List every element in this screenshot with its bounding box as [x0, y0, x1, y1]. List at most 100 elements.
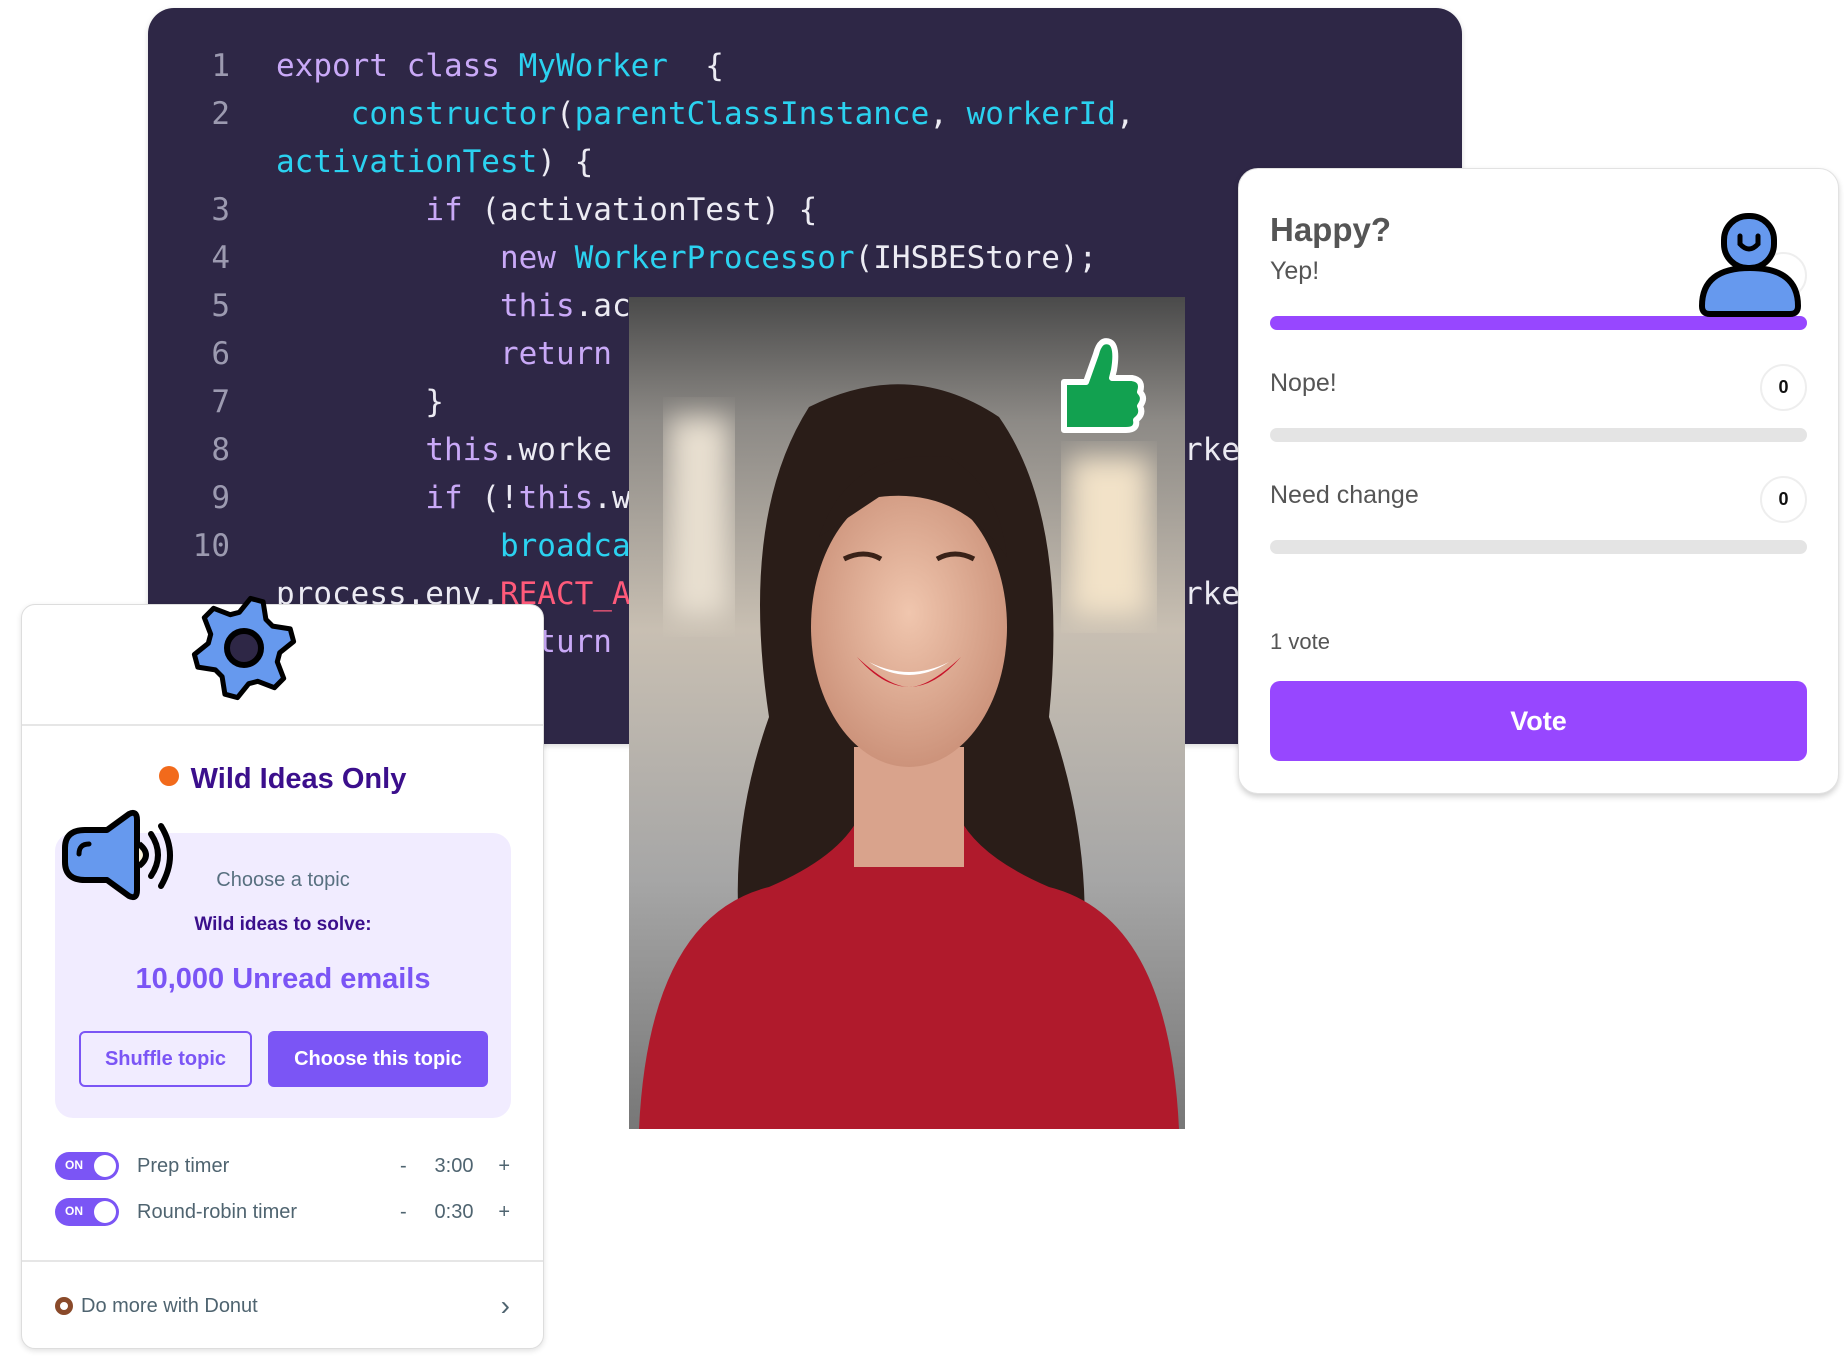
poll-progress-bar — [1270, 316, 1807, 330]
code-token: WorkerProcessor — [574, 240, 855, 276]
poll-question: Happy? — [1270, 211, 1392, 248]
timer-value: 3:00 — [434, 1154, 474, 1177]
code-token: this — [425, 432, 500, 468]
poll-progress-fill — [1270, 316, 1807, 330]
clock-icon — [94, 1201, 116, 1223]
line-number: 3 — [211, 192, 230, 228]
line-number: 4 — [211, 240, 230, 276]
code-token: , — [929, 96, 967, 132]
clock-icon — [94, 1155, 116, 1177]
code-line: export class MyWorker { — [276, 48, 724, 84]
timer-label: Round-robin timer — [137, 1200, 298, 1223]
decrement-button[interactable]: - — [400, 1201, 422, 1224]
timer-toggle[interactable]: ON — [55, 1152, 119, 1180]
line-number: 7 — [211, 384, 230, 420]
code-line: activationTest) { — [276, 144, 593, 180]
timer-label: Prep timer — [137, 1154, 230, 1177]
vote-count-badge: 0 — [1760, 476, 1807, 523]
comet-icon — [158, 766, 179, 786]
megaphone-icon — [62, 809, 173, 901]
code-token: return — [499, 336, 612, 372]
code-token: parentClassInstance — [574, 96, 930, 132]
code-token: } — [276, 384, 444, 420]
code-token: this — [518, 480, 594, 516]
code-line: this.worke — [276, 432, 612, 468]
code-token: export class — [276, 48, 519, 84]
code-fragment: rke — [1184, 576, 1240, 612]
increment-button[interactable]: + — [486, 1201, 510, 1224]
code-token: ) { — [537, 144, 594, 180]
chevron-right-icon[interactable]: › — [501, 1290, 510, 1322]
code-token: .ac — [574, 288, 631, 324]
divider — [22, 1260, 543, 1262]
line-number: 6 — [211, 336, 230, 372]
topic-text: 10,000 Unread emails — [135, 963, 431, 995]
shuffle-topic-button[interactable]: Shuffle topic — [79, 1031, 252, 1087]
code-line: } — [276, 384, 444, 420]
code-line: new WorkerProcessor(IHSBEStore); — [276, 240, 1097, 276]
code-line: this.ac — [276, 288, 631, 324]
line-number: 5 — [211, 288, 230, 324]
code-line: constructor(parentClassInstance, workerI… — [276, 96, 1135, 132]
gear-icon — [191, 595, 297, 701]
topic-card: Wild Ideas Only Choose a topic Wild idea… — [21, 604, 544, 1349]
choose-topic-button[interactable]: Choose this topic — [268, 1031, 488, 1087]
poll-option[interactable]: Need change — [1270, 481, 1419, 510]
code-line: broadca — [276, 528, 631, 564]
vote-button[interactable]: Vote — [1270, 681, 1807, 761]
code-token: (IHSBEStore); — [854, 240, 1098, 276]
code-token: constructor — [350, 96, 556, 132]
subtitle: Wild ideas to solve: — [194, 914, 372, 935]
code-token: (! — [462, 480, 519, 516]
poll-option[interactable]: Nope! — [1270, 369, 1337, 398]
code-token: if — [425, 192, 463, 228]
code-token: , — [1115, 96, 1135, 132]
timer-toggle[interactable]: ON — [55, 1198, 119, 1226]
code-token: if — [425, 480, 463, 516]
code-token: .w — [593, 480, 631, 516]
vote-total: 1 vote — [1270, 629, 1330, 654]
code-line: return — [276, 336, 612, 372]
code-token: .worke — [499, 432, 612, 468]
decrement-button[interactable]: - — [400, 1155, 422, 1178]
line-number: 1 — [211, 48, 230, 84]
code-token: (activationTest) { — [462, 192, 818, 228]
code-fragment: rke — [1184, 432, 1240, 468]
poll-progress-bar — [1270, 540, 1807, 554]
code-token: this — [499, 288, 575, 324]
timer-row: ON Prep timer - 3:00 + — [55, 1151, 510, 1181]
line-number: 8 — [211, 432, 230, 468]
code-line: if (!this.w — [276, 480, 631, 516]
code-token: ( — [555, 96, 575, 132]
code-token: broadca — [499, 528, 631, 564]
code-token: workerId — [966, 96, 1116, 132]
poll-option[interactable]: Yep! — [1270, 257, 1319, 286]
line-number: 10 — [192, 528, 230, 564]
user-avatar-icon — [1698, 213, 1802, 317]
code-token: { — [667, 48, 724, 84]
code-token: activationTest — [276, 144, 538, 180]
poll-progress-bar — [1270, 428, 1807, 442]
thumbs-up-icon — [1061, 338, 1146, 433]
line-number: 9 — [211, 480, 230, 516]
timer-row: ON Round-robin timer - 0:30 + — [55, 1197, 510, 1227]
card-title: Wild Ideas Only — [22, 763, 543, 796]
timer-value: 0:30 — [434, 1200, 474, 1223]
line-number: 2 — [211, 96, 230, 132]
code-token: MyWorker — [518, 48, 668, 84]
code-line: if (activationTest) { — [276, 192, 817, 228]
vote-count-badge: 0 — [1760, 364, 1807, 411]
donut-icon — [55, 1297, 73, 1315]
divider — [22, 724, 543, 726]
increment-button[interactable]: + — [486, 1155, 510, 1178]
footer-link[interactable]: Do more with Donut › — [55, 1290, 510, 1322]
code-token: new — [499, 240, 575, 276]
